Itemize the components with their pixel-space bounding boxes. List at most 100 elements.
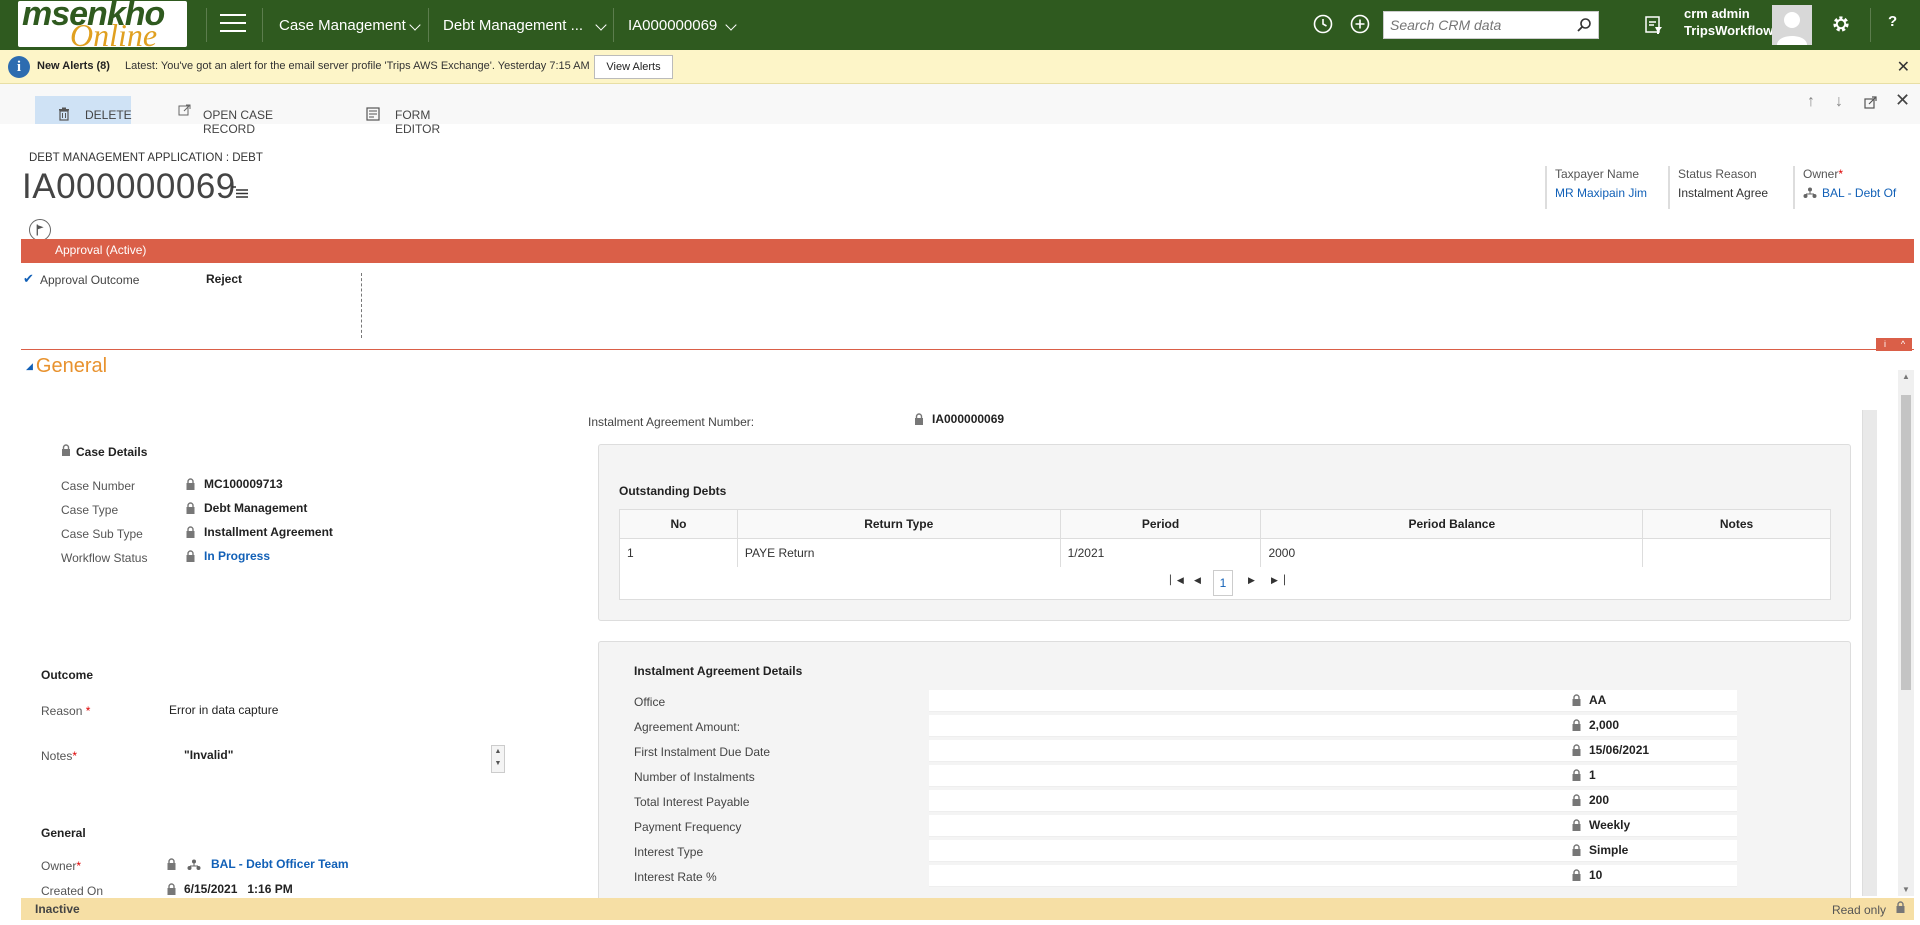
create-new-icon[interactable] (1349, 13, 1371, 35)
notes-scroll-control[interactable]: ▲ ▼ (491, 745, 505, 773)
nav-separator (428, 8, 429, 42)
lock-icon (1572, 869, 1581, 881)
approval-outcome-value[interactable]: Reject (206, 272, 242, 286)
user-name: crm admin (1684, 6, 1750, 21)
outcome-title: Outcome (41, 668, 94, 682)
taxpayer-name-link[interactable]: MR Maxipain Jim (1555, 186, 1665, 200)
nav-debt-management[interactable]: Debt Management ... (443, 17, 583, 34)
chevron-down-icon[interactable] (595, 19, 607, 31)
ia-details-title: Instalment Agreement Details (634, 664, 803, 678)
table-row[interactable]: 1 PAYE Return 1/2021 2000 (619, 538, 1831, 568)
user-info[interactable]: crm admin TripsWorkflow (1684, 5, 1773, 39)
chevron-down-icon[interactable] (409, 19, 421, 31)
logo-text-secondary: Online (70, 17, 158, 47)
arrow-down-icon[interactable]: ↓ (1835, 93, 1843, 111)
form-side-rail (1862, 410, 1877, 896)
search-icon[interactable] (1576, 17, 1592, 33)
nav-case-management[interactable]: Case Management (279, 17, 406, 34)
case-details-title: Case Details (76, 445, 148, 459)
column-header-period-balance[interactable]: Period Balance (1260, 509, 1644, 539)
info-icon[interactable]: i (1876, 338, 1894, 351)
owner-link[interactable]: BAL - Debt Of (1803, 186, 1913, 200)
scrollbar-thumb[interactable] (1901, 395, 1911, 690)
lock-icon (167, 883, 176, 895)
close-icon[interactable]: ✕ (1897, 57, 1910, 77)
column-header-notes[interactable]: Notes (1642, 509, 1831, 539)
team-icon (187, 859, 201, 870)
open-case-record-button[interactable]: OPEN CASE RECORD (178, 96, 318, 136)
first-page-icon[interactable]: ▏◀ (1170, 575, 1184, 586)
recent-history-icon[interactable] (1312, 13, 1334, 35)
open-case-record-label: OPEN CASE RECORD (203, 108, 274, 136)
column-header-no[interactable]: No (619, 509, 738, 539)
help-button[interactable]: ? (1888, 13, 1897, 30)
notes-value[interactable]: "Invalid" (184, 748, 233, 762)
ia-detail-label: First Instalment Due Date (634, 745, 771, 759)
ia-detail-field (929, 865, 1737, 887)
section-title-general[interactable]: ◢ General (26, 355, 107, 378)
lock-icon (1572, 819, 1581, 831)
lock-icon (1572, 844, 1581, 856)
process-stage-bar[interactable]: Approval (Active) (21, 239, 1914, 263)
header-field-taxpayer-name[interactable]: Taxpayer Name MR Maxipain Jim (1545, 166, 1665, 209)
hamburger-menu-icon[interactable] (220, 14, 246, 36)
chevron-up-icon[interactable]: ^ (1894, 338, 1912, 351)
arrow-up-icon[interactable]: ↑ (1807, 93, 1815, 111)
record-menu-icon[interactable] (232, 186, 248, 198)
reason-value[interactable]: Error in data capture (169, 703, 278, 717)
stage-divider (361, 273, 362, 338)
notes-label: Notes* (41, 749, 78, 763)
ia-detail-label: Office (634, 695, 666, 709)
search-box[interactable] (1383, 11, 1599, 39)
advanced-find-icon[interactable] (1643, 14, 1665, 36)
column-header-period[interactable]: Period (1059, 509, 1262, 539)
scroll-down-icon[interactable]: ▼ (1902, 885, 1910, 894)
lock-icon (1572, 794, 1581, 806)
case-type-row: Case Type Debt Management (61, 501, 461, 519)
header-field-label: Owner* (1803, 167, 1844, 181)
header-field-status-reason[interactable]: Status Reason Instalment Agree (1668, 166, 1784, 209)
chevron-down-icon[interactable] (725, 19, 737, 31)
ia-detail-field (929, 790, 1737, 812)
last-page-icon[interactable]: ▶▕ (1271, 575, 1285, 586)
nav-separator (262, 8, 263, 42)
gear-icon[interactable] (1830, 13, 1852, 35)
process-flag-icon[interactable] (29, 219, 51, 241)
next-page-icon[interactable]: ▶ (1248, 575, 1255, 586)
active-stage-label: Approval (Active) (55, 243, 147, 257)
workflow-status-link[interactable]: In Progress (204, 549, 270, 563)
team-icon (1803, 187, 1817, 198)
pop-out-icon[interactable] (1864, 95, 1878, 109)
nav-separator (613, 8, 614, 42)
ia-detail-label: Agreement Amount: (634, 720, 741, 734)
form-editor-button[interactable]: FORM EDITOR (366, 96, 476, 136)
ia-detail-value: Simple (1589, 843, 1629, 857)
owner-link[interactable]: BAL - Debt Officer Team (211, 857, 349, 871)
close-form-icon[interactable]: ✕ (1895, 90, 1910, 111)
view-alerts-button[interactable]: View Alerts (594, 55, 673, 79)
ia-detail-label: Total Interest Payable (634, 795, 750, 809)
owner-label: Owner* (41, 859, 82, 873)
search-input[interactable] (1384, 12, 1564, 38)
ia-detail-value: 1 (1589, 768, 1596, 782)
msenkho-online-logo[interactable]: msenkho Online (18, 1, 187, 47)
previous-page-icon[interactable]: ◀ (1194, 575, 1201, 586)
vertical-scrollbar[interactable]: ▲ ▼ (1898, 370, 1914, 896)
column-header-return-type[interactable]: Return Type (736, 509, 1061, 539)
avatar[interactable] (1772, 5, 1812, 45)
nav-separator (206, 8, 207, 42)
ia-detail-value: Weekly (1589, 818, 1631, 832)
lock-icon (1572, 769, 1581, 781)
current-page[interactable]: 1 (1213, 570, 1233, 596)
ia-detail-row: Interest Type Simple (634, 840, 1737, 864)
ia-detail-field (929, 765, 1737, 787)
owner-row: Owner* BAL - Debt Officer Team (41, 857, 491, 875)
delete-button[interactable]: DELETE (35, 96, 132, 124)
nav-record-id[interactable]: IA000000069 (628, 17, 717, 34)
collapse-triangle-icon[interactable]: ◢ (26, 361, 33, 371)
table-header-row: No Return Type Period Period Balance Not… (619, 509, 1831, 539)
lock-icon (186, 478, 195, 490)
scroll-up-icon[interactable]: ▲ (1902, 372, 1910, 381)
header-field-owner[interactable]: Owner* BAL - Debt Of (1793, 166, 1913, 209)
approval-outcome-label: Approval Outcome (40, 273, 140, 287)
